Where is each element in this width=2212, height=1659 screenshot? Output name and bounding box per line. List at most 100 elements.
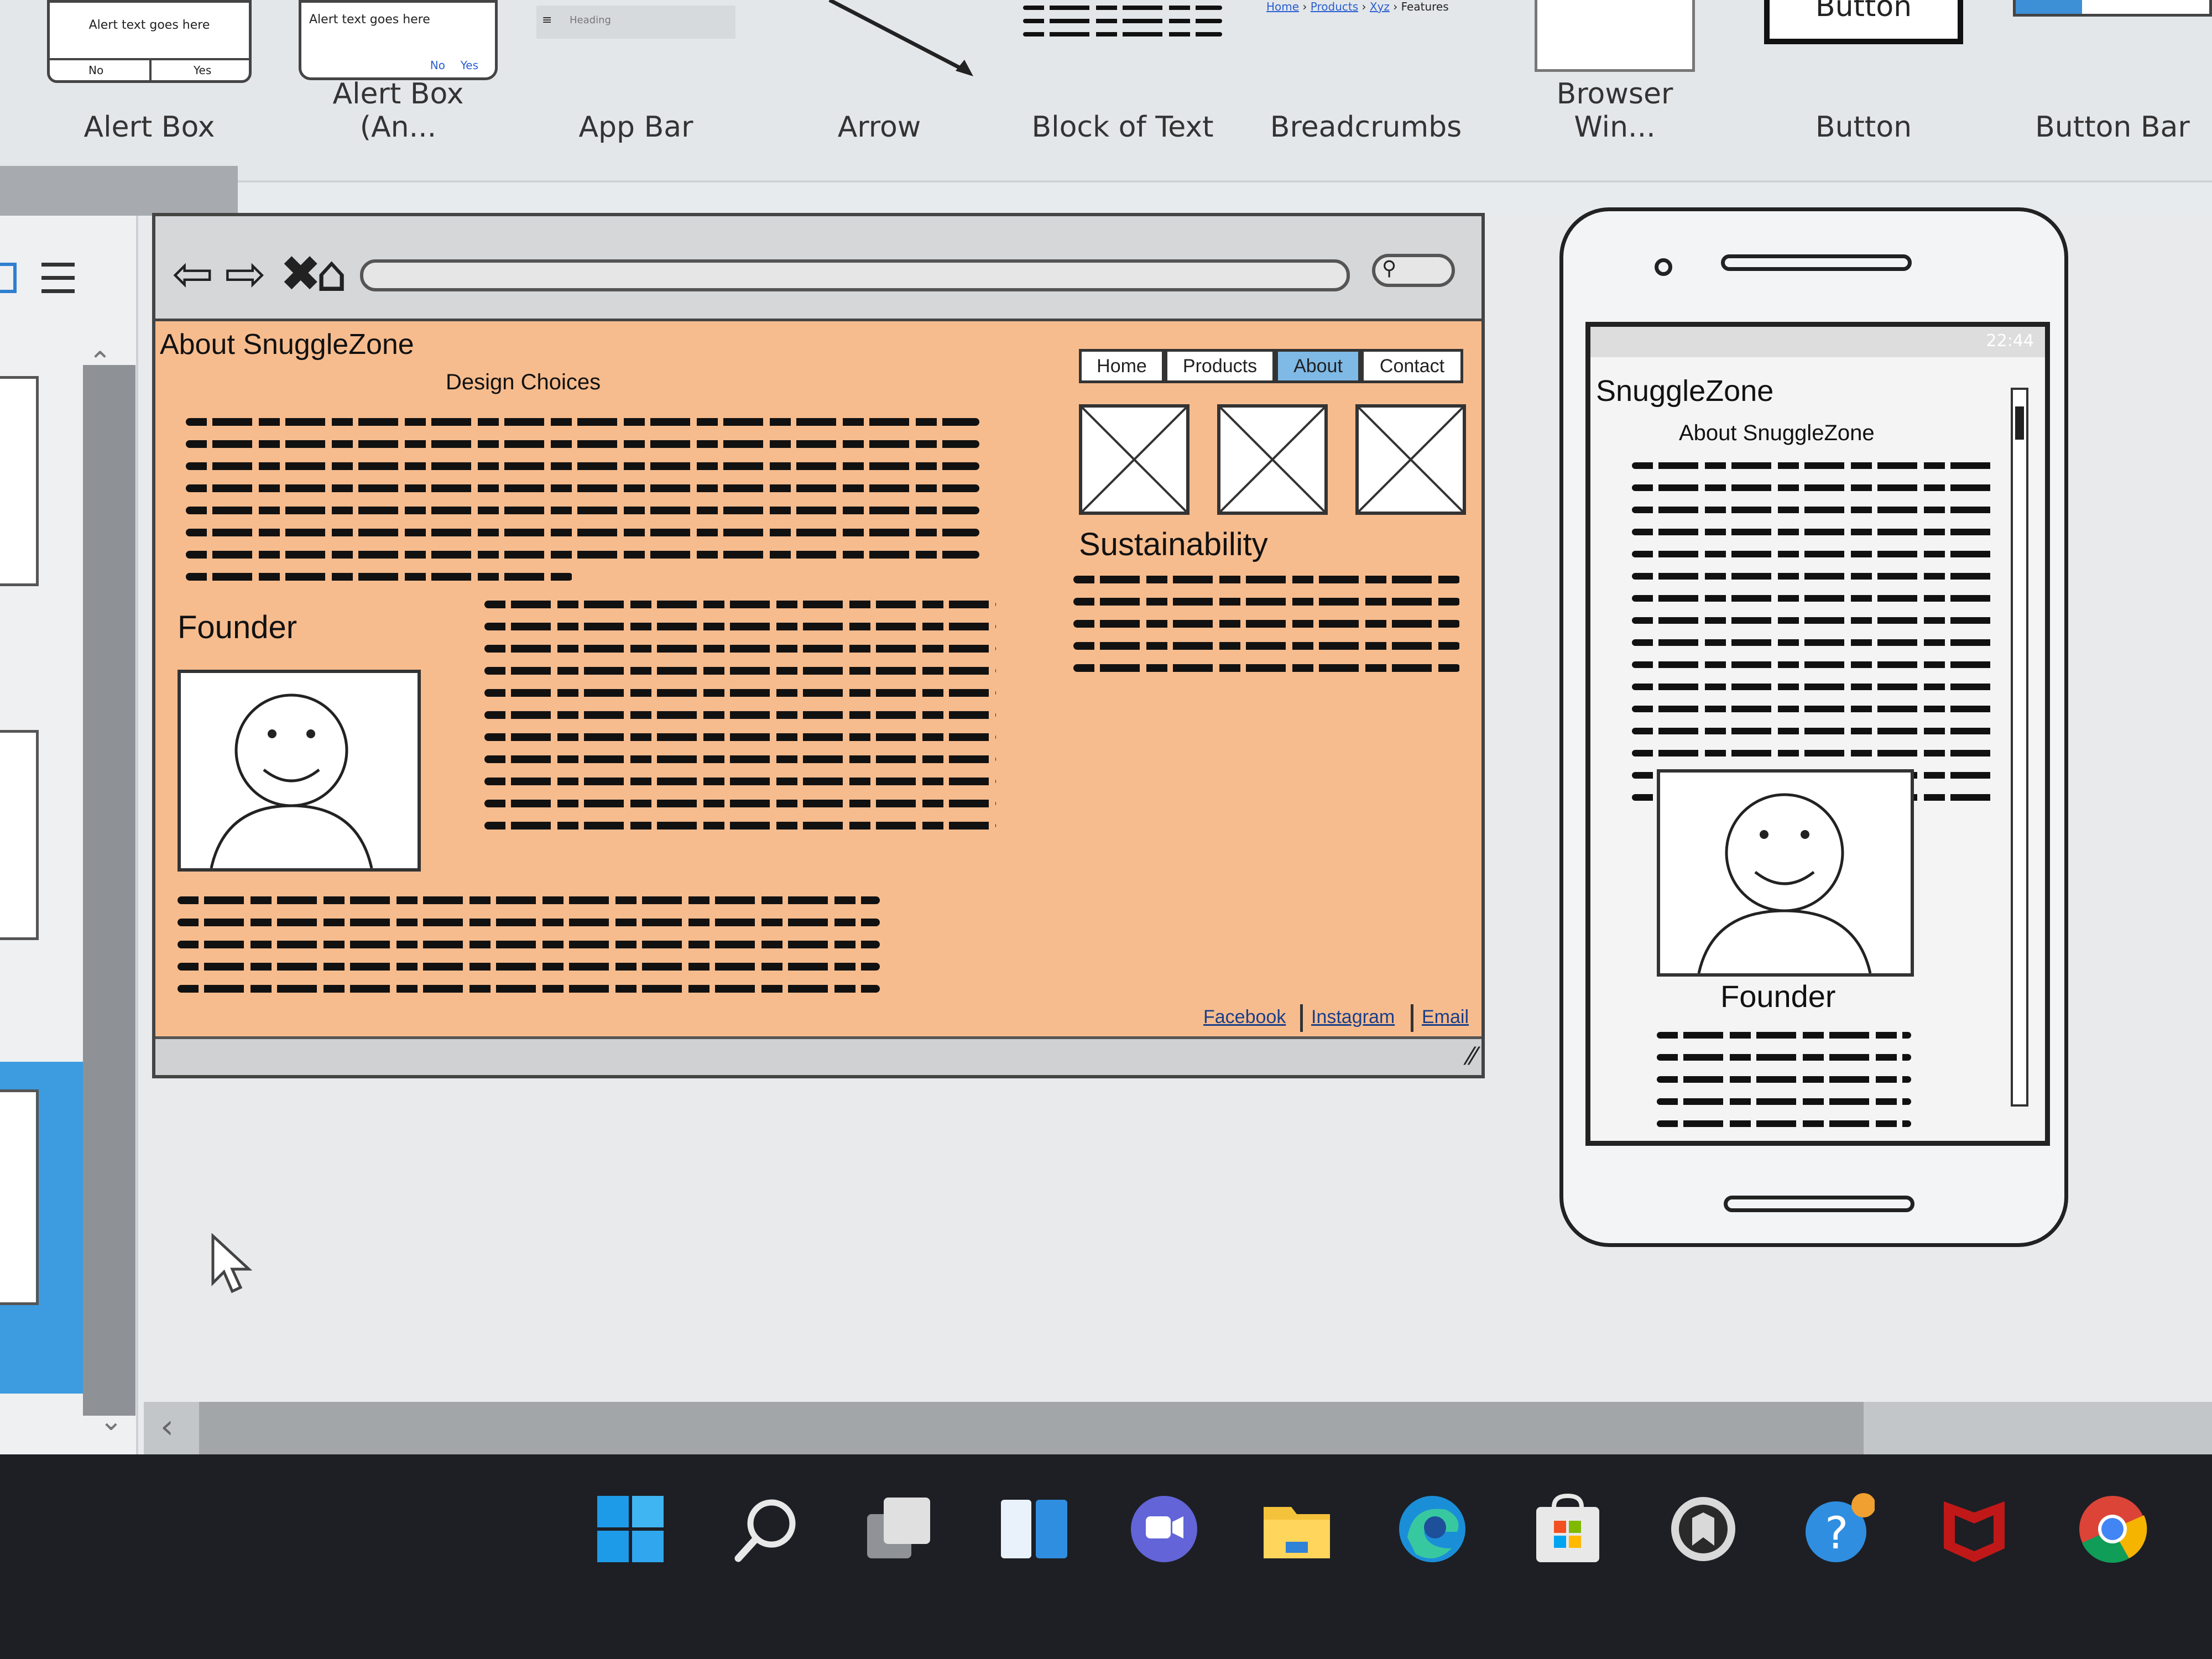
placeholder-x-icon — [1359, 408, 1463, 512]
page-list-scrollbar[interactable] — [83, 365, 135, 1416]
canvas-horizontal-scrollbar[interactable]: ‹ — [144, 1402, 2212, 1454]
nav-about-button[interactable]: About — [1275, 349, 1361, 383]
library-label: Alert Box — [84, 111, 215, 144]
phone-subtitle: About SnuggleZone — [1679, 421, 1875, 445]
mouse-cursor-icon — [211, 1233, 253, 1293]
widgets-icon[interactable] — [998, 1493, 1070, 1565]
footer-link-instagram[interactable]: Instagram — [1311, 1006, 1395, 1028]
page-title: About SnuggleZone — [160, 328, 414, 361]
nav-contact-button[interactable]: Contact — [1361, 349, 1463, 383]
help-icon[interactable]: ? — [1803, 1493, 1875, 1565]
svg-text:?: ? — [1825, 1507, 1848, 1559]
footer-divider — [1411, 1004, 1413, 1032]
home-icon[interactable]: ⌂ — [316, 249, 347, 299]
edge-icon[interactable] — [1396, 1493, 1468, 1565]
phone-status-bar: 22:44 — [1590, 327, 2045, 357]
app-bar-menu-icon: ≡ — [542, 13, 552, 27]
alert-no-label: No — [88, 64, 104, 77]
footer-link-facebook[interactable]: Facebook — [1203, 1006, 1286, 1028]
panel-view-icon[interactable] — [0, 263, 17, 293]
scroll-down-icon[interactable]: ⌄ — [100, 1405, 123, 1437]
teams-chat-icon[interactable] — [1128, 1493, 1200, 1565]
alert-yes-label: Yes — [460, 59, 478, 72]
sustainability-heading: Sustainability — [1079, 526, 1268, 562]
resize-handle-icon[interactable]: ⁄⁄ — [1468, 1042, 1476, 1071]
browser-toolbar: ⇦ ⇨ ✖ ⌂ ⚲ — [155, 216, 1481, 321]
phone-mockup[interactable]: 22:44 SnuggleZone About SnuggleZone Foun… — [1559, 207, 2068, 1247]
page-thumbnail-selected[interactable] — [0, 1089, 39, 1305]
library-item-alert-box[interactable]: Alert text goes here No Yes Alert Box — [47, 0, 252, 166]
library-item-button-bar[interactable]: Button Bar — [2013, 0, 2212, 166]
forward-arrow-icon[interactable]: ⇨ — [225, 249, 266, 299]
status-time: 22:44 — [1986, 331, 2034, 351]
windows-taskbar — [0, 1454, 2212, 1659]
url-bar[interactable] — [360, 259, 1350, 291]
library-item-arrow[interactable]: Arrow — [780, 0, 979, 166]
scroll-thumb[interactable] — [199, 1402, 1864, 1454]
library-item-button[interactable]: Button Button — [1764, 0, 1963, 166]
library-item-app-bar[interactable]: ≡ Heading App Bar — [536, 0, 735, 166]
browser-window-thumb — [1535, 0, 1695, 72]
phone-title: SnuggleZone — [1596, 374, 1774, 408]
app-icon[interactable] — [1667, 1493, 1739, 1565]
button-thumb: Button — [1764, 0, 1963, 44]
library-item-breadcrumbs[interactable]: Home › Products › Xyz › Features Breadcr… — [1266, 0, 1465, 166]
placeholder-x-icon — [1082, 408, 1186, 512]
image-placeholder — [1079, 404, 1190, 515]
library-label: Arrow — [837, 111, 921, 144]
library-label: Breadcrumbs — [1270, 111, 1462, 144]
library-item-alert-box-android[interactable]: Alert text goes here No Yes Alert Box (A… — [299, 0, 498, 166]
library-scrollbar[interactable] — [0, 166, 238, 216]
phone-scroll-thumb[interactable] — [2015, 406, 2024, 440]
image-placeholder — [1355, 404, 1466, 515]
library-item-browser-window[interactable]: Browser Win... — [1515, 0, 1714, 166]
browser-window-mockup[interactable]: ⇦ ⇨ ✖ ⌂ ⚲ About SnuggleZone Design Choic… — [152, 213, 1485, 1078]
library-label: Alert Box (An... — [332, 77, 464, 144]
footer-link-email[interactable]: Email — [1422, 1006, 1469, 1028]
phone-home-bar — [1724, 1196, 1914, 1212]
nav-products-button[interactable]: Products — [1165, 349, 1275, 383]
library-label: Button Bar — [2035, 111, 2190, 144]
browser-search-field[interactable]: ⚲ — [1372, 254, 1455, 287]
app-bar-thumb-text: Heading — [570, 14, 611, 26]
nav-home-button[interactable]: Home — [1079, 349, 1165, 383]
phone-screen: 22:44 SnuggleZone About SnuggleZone Foun… — [1585, 322, 2050, 1146]
component-library: Alert text goes here No Yes Alert Box Al… — [0, 0, 2212, 182]
image-placeholder — [1217, 404, 1328, 515]
library-item-block-of-text[interactable]: Block of Text — [1023, 0, 1222, 166]
library-label: Block of Text — [1031, 111, 1214, 144]
search-icon: ⚲ — [1382, 257, 1397, 280]
phone-camera-icon — [1655, 258, 1672, 276]
user-avatar-icon — [1697, 793, 1872, 973]
phone-founder-image — [1657, 769, 1914, 977]
library-label: App Bar — [578, 111, 693, 144]
phone-founder-caption: Founder — [1720, 979, 1836, 1014]
windows-start-icon[interactable] — [594, 1493, 666, 1565]
page-thumbnail[interactable] — [0, 376, 39, 586]
about-page-content: About SnuggleZone Design Choices Founder — [155, 321, 1481, 1040]
microsoft-store-icon[interactable] — [1532, 1493, 1604, 1565]
placeholder-x-icon — [1220, 408, 1324, 512]
user-avatar-icon — [210, 693, 373, 868]
scroll-left-icon[interactable]: ‹ — [160, 1407, 174, 1446]
hamburger-menu-icon[interactable] — [41, 263, 75, 293]
mcafee-icon[interactable] — [1938, 1493, 2010, 1565]
founder-heading: Founder — [178, 609, 298, 645]
alert-thumb-text: Alert text goes here — [309, 13, 430, 27]
library-label: Browser Win... — [1556, 77, 1673, 144]
back-arrow-icon[interactable]: ⇦ — [172, 249, 213, 299]
alert-yes-label: Yes — [194, 64, 212, 77]
file-explorer-icon[interactable] — [1261, 1493, 1333, 1565]
button-bar-thumb — [2013, 0, 2212, 17]
phone-speaker — [1721, 254, 1912, 271]
footer-divider — [1300, 1004, 1303, 1032]
phone-scrollbar[interactable] — [2011, 388, 2028, 1107]
task-view-icon[interactable] — [863, 1493, 935, 1565]
breadcrumb-thumb: Home › Products › Xyz › Features — [1266, 0, 1449, 13]
search-icon[interactable] — [730, 1493, 802, 1565]
page-thumbnail[interactable] — [0, 730, 39, 940]
alert-no-label: No — [430, 59, 445, 72]
page-list-panel: ⌃ ⌄ — [0, 216, 138, 1454]
chrome-icon[interactable] — [2077, 1493, 2148, 1565]
page-subtitle: Design Choices — [446, 370, 601, 394]
